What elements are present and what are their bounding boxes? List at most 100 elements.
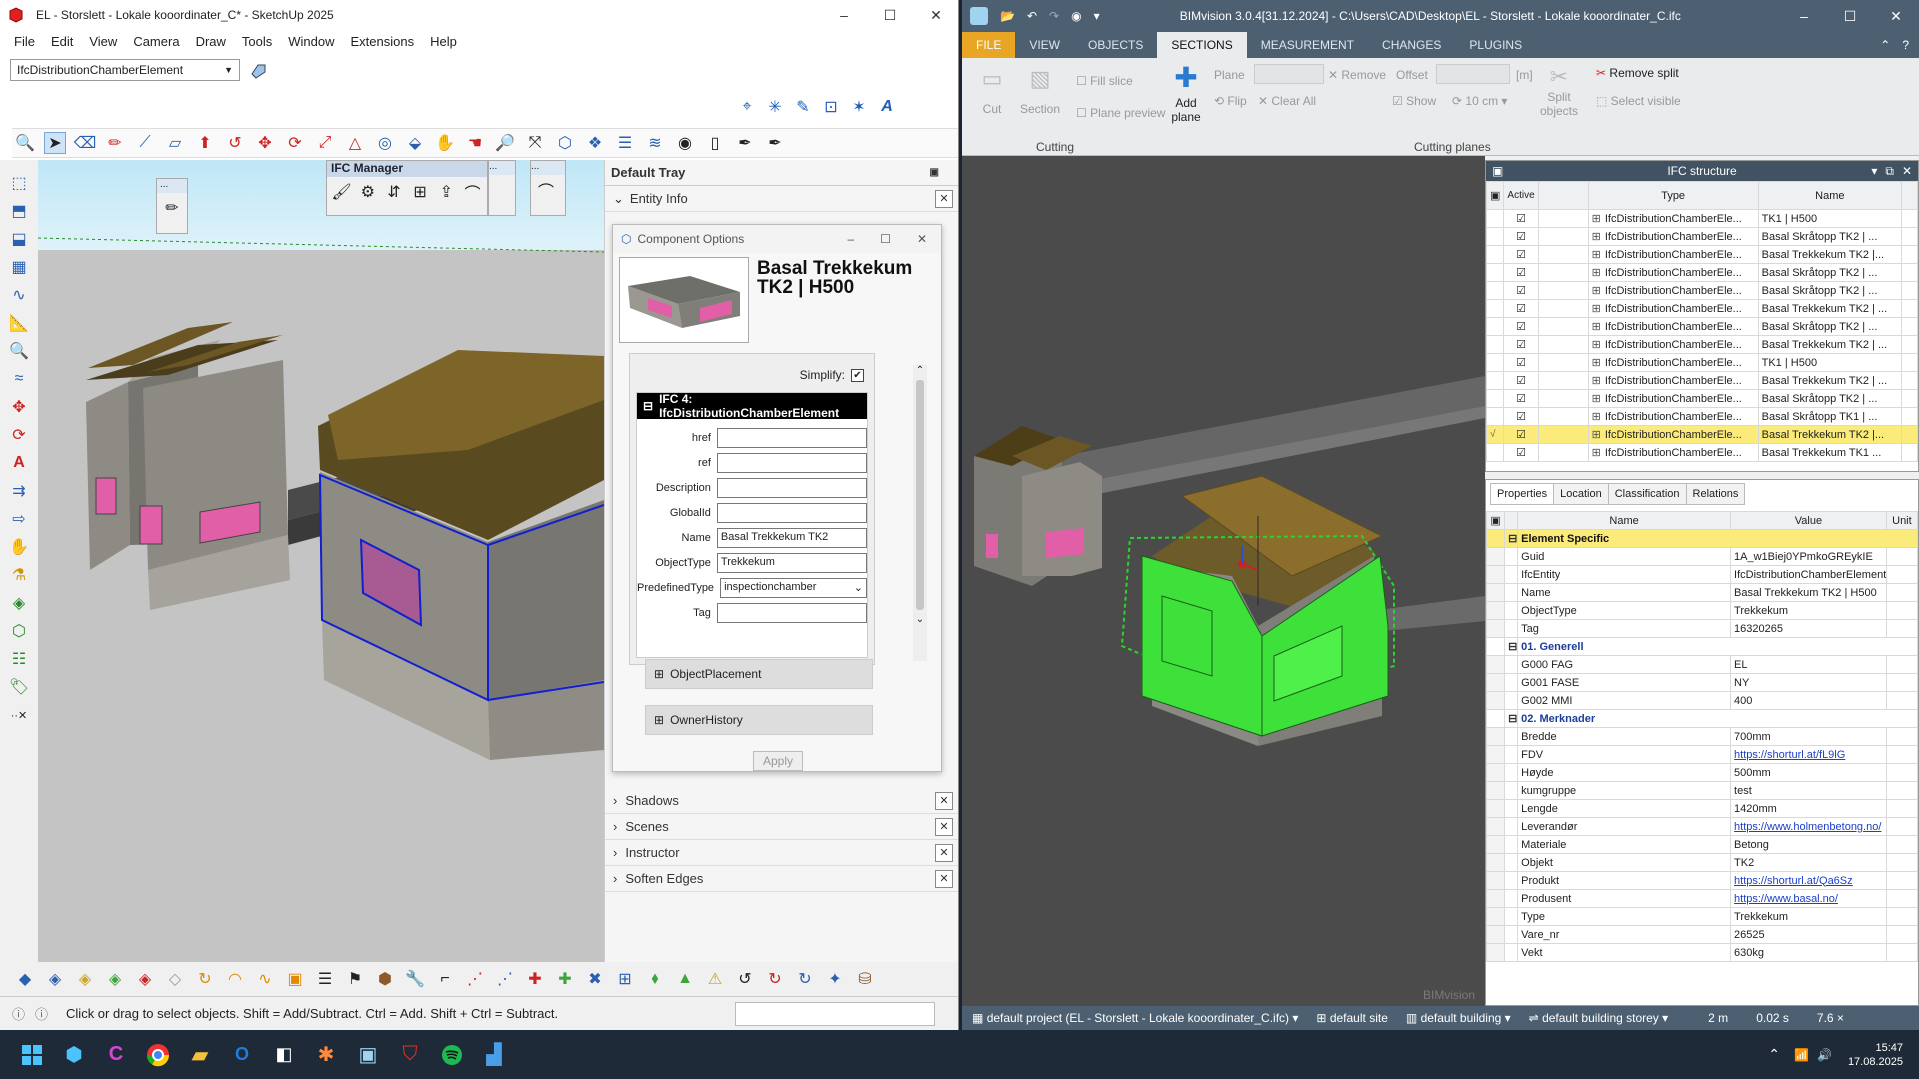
ifc-classify-icon[interactable]: ⊞ <box>410 181 431 203</box>
property-row[interactable]: G002 MMI 400 <box>1485 691 1919 710</box>
bv-maximize-button[interactable]: ☐ <box>1827 1 1873 31</box>
ref-input[interactable] <box>716 452 867 473</box>
tab-plugins[interactable]: PLUGINS <box>1455 32 1536 58</box>
active-checkbox[interactable]: ☑ <box>1503 245 1539 264</box>
photos-taskbar-icon[interactable]: ▟ <box>474 1035 514 1075</box>
pyramid-icon[interactable]: ▲ <box>674 968 696 990</box>
expand-icon[interactable]: ⊞ <box>1592 231 1601 243</box>
expand-icon[interactable]: ⊞ <box>1592 447 1601 459</box>
active-col-header[interactable]: Active <box>1503 181 1539 210</box>
layer-yellow-icon[interactable]: ◈ <box>74 968 96 990</box>
tray-soften-edges[interactable]: › Soften Edges ✕ <box>605 866 958 892</box>
bracket-icon[interactable]: ⌒ <box>535 179 557 201</box>
active-checkbox[interactable]: ☑ <box>1503 389 1539 408</box>
windows-start-icon[interactable] <box>12 1035 52 1075</box>
pencil-draw-icon[interactable]: ✏ <box>161 197 183 219</box>
property-row[interactable]: Produkt https://shorturl.at/Qa6Sz <box>1485 871 1919 890</box>
tab-file[interactable]: FILE <box>962 32 1016 58</box>
pin-icon[interactable]: ⌖ <box>736 96 758 118</box>
property-row[interactable]: G000 FAG EL <box>1485 655 1919 674</box>
new-page-icon[interactable]: ▯ <box>704 132 726 154</box>
text-a-icon[interactable]: A <box>876 96 898 118</box>
zoom-extents-icon[interactable]: ⤧ <box>524 132 546 154</box>
select-visible-button[interactable]: ⬚ Select visible <box>1596 94 1681 108</box>
menu-help[interactable]: Help <box>422 34 465 49</box>
props-name-header[interactable]: Name <box>1517 511 1732 530</box>
property-group-row[interactable]: ⊟ 01. Generell <box>1485 637 1918 656</box>
property-row[interactable]: Objekt TK2 <box>1485 853 1919 872</box>
eraser-icon[interactable]: ⌫ <box>74 132 97 154</box>
active-checkbox[interactable]: ☑ <box>1503 407 1539 426</box>
clear-all-button[interactable]: ✕ Clear All <box>1258 94 1316 108</box>
tab-sections[interactable]: SECTIONS <box>1157 32 1247 58</box>
bv-minimize-button[interactable]: – <box>1781 1 1827 31</box>
attributes-scrollbar[interactable]: ⌃ ⌄ <box>913 365 927 661</box>
layer-blue-icon[interactable]: ◈ <box>44 968 66 990</box>
property-row[interactable]: Materiale Betong <box>1485 835 1919 854</box>
redo-icon[interactable]: ↷ <box>1049 9 1059 23</box>
tab-relations[interactable]: Relations <box>1685 483 1746 505</box>
property-row[interactable]: Name Basal Trekkekum TK2 | H500 <box>1485 583 1919 602</box>
owner-history-section[interactable]: ⊞ OwnerHistory <box>645 705 873 735</box>
view-front-icon[interactable]: ⬓ <box>8 228 30 250</box>
href-input[interactable] <box>716 427 867 448</box>
tray-scenes[interactable]: › Scenes ✕ <box>605 814 958 840</box>
ten-cm-select[interactable]: ⟳ 10 cm ▾ <box>1452 94 1507 108</box>
dialog-maximize-button[interactable]: ☐ <box>880 232 891 246</box>
line-icon[interactable]: ⟋ <box>134 132 156 154</box>
profile-icon[interactable]: ◉ <box>674 132 696 154</box>
undo-icon[interactable]: ↶ <box>1027 9 1037 23</box>
property-row[interactable]: kumgruppe test <box>1485 781 1919 800</box>
tray-shadows[interactable]: › Shadows ✕ <box>605 788 958 814</box>
cut-button[interactable]: ▭ Cut <box>974 66 1010 116</box>
wifi-icon[interactable]: 📶 <box>1794 1048 1809 1062</box>
move-red-icon[interactable]: ✥ <box>8 396 30 418</box>
offset-icon[interactable]: △ <box>344 132 366 154</box>
c-app-taskbar-icon[interactable]: C <box>96 1035 136 1075</box>
rotate-icon[interactable]: ⟳ <box>284 132 306 154</box>
bucket-icon[interactable]: ⛁ <box>854 968 876 990</box>
tab-classification[interactable]: Classification <box>1607 483 1687 505</box>
active-checkbox[interactable]: ☑ <box>1503 425 1539 444</box>
expand-icon[interactable]: ⊞ <box>1592 411 1601 423</box>
globalid-input[interactable] <box>716 502 867 523</box>
close-instructor-button[interactable]: ✕ <box>935 843 953 862</box>
volume-icon[interactable]: 🔊 <box>1817 1048 1832 1062</box>
name-col-header[interactable]: Name <box>1757 181 1903 210</box>
warning-icon[interactable]: ⚠ <box>704 968 726 990</box>
predefinedtype-select[interactable]: inspectionchamber ⌄ <box>720 577 867 598</box>
info-icon[interactable]: ⓘ <box>35 1004 48 1023</box>
expand-icon[interactable]: ⊞ <box>1592 357 1601 369</box>
cross-blue-icon[interactable]: ✖ <box>584 968 606 990</box>
tray-overflow-icon[interactable]: ⌃ <box>1768 1046 1780 1063</box>
active-checkbox[interactable]: ☑ <box>1503 227 1539 246</box>
remove-button[interactable]: ✕ Remove <box>1328 68 1386 82</box>
maximize-button[interactable]: ☐ <box>867 0 913 30</box>
push-pull-icon[interactable]: ⬆ <box>194 132 216 154</box>
classify-icon[interactable]: ✳ <box>764 96 786 118</box>
active-checkbox[interactable]: ☑ <box>1503 299 1539 318</box>
active-checkbox[interactable]: ☑ <box>1503 443 1539 462</box>
arc-orange-icon[interactable]: ◠ <box>224 968 246 990</box>
props-unit-header[interactable]: Unit <box>1885 511 1919 530</box>
wrench-icon[interactable]: 🔧 <box>404 968 426 990</box>
square-orange-icon[interactable]: ▣ <box>284 968 306 990</box>
cross-green-icon[interactable]: ✚ <box>554 968 576 990</box>
grid-blue-icon[interactable]: ⊞ <box>614 968 636 990</box>
orange-app-taskbar-icon[interactable]: ✱ <box>306 1035 346 1075</box>
ruler-icon[interactable]: 📐 <box>8 312 30 334</box>
close-shadows-button[interactable]: ✕ <box>935 791 953 810</box>
active-checkbox[interactable]: ☑ <box>1503 317 1539 336</box>
expand-icon[interactable]: ⊞ <box>1592 267 1601 279</box>
section-button[interactable]: ▧ Section <box>1018 66 1062 116</box>
split-objects-button[interactable]: ✂ Split objects <box>1536 64 1582 118</box>
remove-split-button[interactable]: ✂ Remove split <box>1596 66 1679 80</box>
menu-camera[interactable]: Camera <box>125 34 187 49</box>
quick-access-icon[interactable]: ▾ <box>1094 9 1100 23</box>
extension-warehouse-icon[interactable]: ❖ <box>584 132 606 154</box>
curve-orange-icon[interactable]: ∿ <box>254 968 276 990</box>
move-icon[interactable]: ✥ <box>254 132 276 154</box>
type-col-header[interactable]: Type <box>1587 181 1759 210</box>
clock[interactable]: 15:47 17.08.2025 <box>1848 1041 1903 1069</box>
sketchup-taskbar-icon[interactable]: ⬢ <box>54 1035 94 1075</box>
